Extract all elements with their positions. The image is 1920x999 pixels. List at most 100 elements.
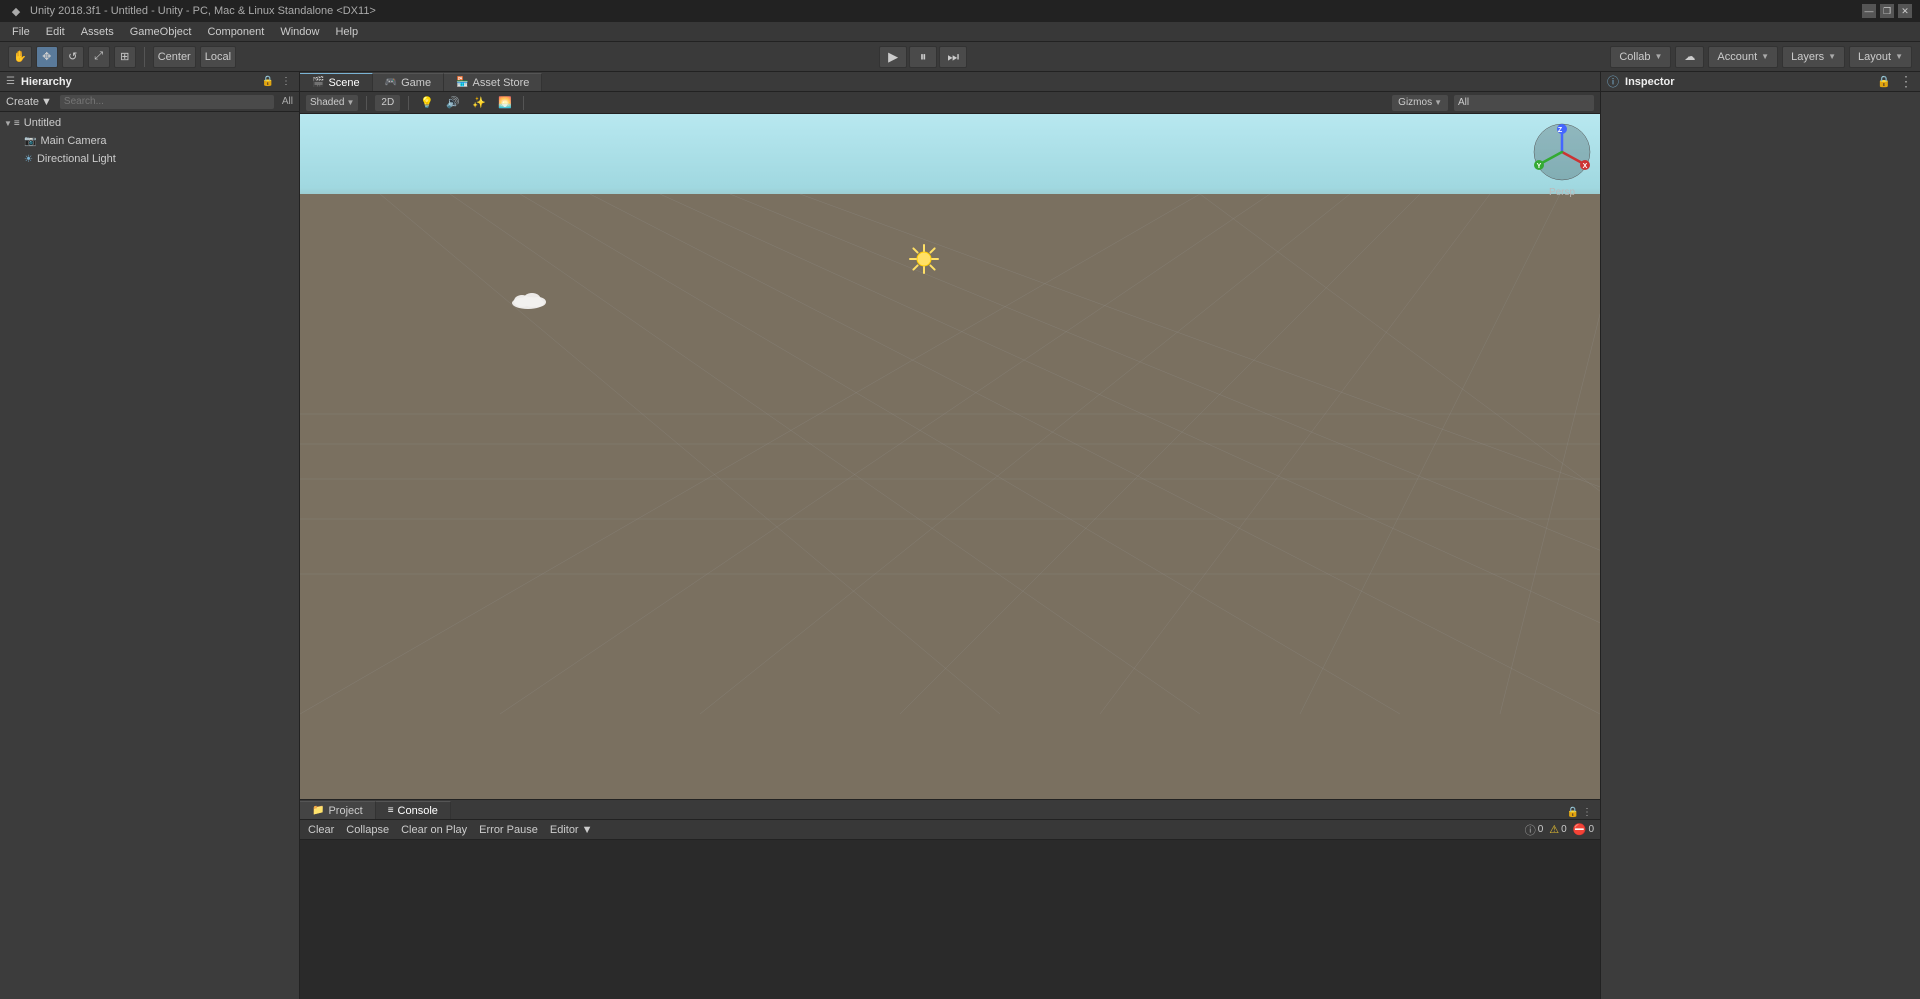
menu-assets[interactable]: Assets: [73, 22, 122, 42]
light-icon: ☀: [24, 154, 33, 165]
info-count: 0: [1538, 824, 1544, 835]
console-tab-icon: ≡: [388, 805, 394, 816]
error-icon: ⛔: [1573, 823, 1587, 836]
asset-store-tab-icon: 🏪: [456, 77, 468, 88]
hierarchy-create-btn[interactable]: Create ▼: [6, 96, 52, 108]
gizmos-filter-input[interactable]: [1454, 95, 1594, 111]
tool-rect[interactable]: ⊞: [114, 46, 136, 68]
step-button[interactable]: ⏭: [939, 46, 967, 68]
console-clear-on-play-btn[interactable]: Clear on Play: [399, 822, 469, 838]
tab-console[interactable]: ≡ Console: [376, 801, 451, 819]
scene-sep-1: [366, 96, 367, 110]
toolbar-right: Collab ▼ ☁ Account ▼ Layers ▼ Layout ▼: [1610, 46, 1912, 68]
local-button[interactable]: Local: [200, 46, 236, 68]
window-controls: — ❐ ✕: [1862, 4, 1912, 18]
layout-button[interactable]: Layout ▼: [1849, 46, 1912, 68]
collab-button[interactable]: Collab ▼: [1610, 46, 1671, 68]
cloud-button[interactable]: ☁: [1675, 46, 1704, 68]
console-info-badge[interactable]: ⓘ 0: [1525, 822, 1544, 838]
scene-light-btn[interactable]: 💡: [417, 95, 437, 111]
hierarchy-panel-header: ☰ Hierarchy 🔒 ⋮: [0, 72, 299, 92]
account-button[interactable]: Account ▼: [1708, 46, 1778, 68]
create-label: Create: [6, 96, 39, 108]
center-panel: 🎬 Scene 🎮 Game 🏪 Asset Store Shaded ▼ 2D…: [300, 72, 1600, 999]
scene-skybox-btn[interactable]: 🌅: [495, 95, 515, 111]
scene-2d-btn[interactable]: 2D: [375, 95, 400, 111]
shaded-dropdown-arrow: ▼: [346, 98, 354, 107]
scene-name: Untitled: [24, 117, 61, 129]
tab-scene[interactable]: 🎬 Scene: [300, 73, 373, 91]
scene-viewport[interactable]: .grid-line { stroke: #999; stroke-width:…: [300, 114, 1600, 799]
minimize-button[interactable]: —: [1862, 4, 1876, 18]
tool-scale[interactable]: ⤢: [88, 46, 110, 68]
console-content: [300, 840, 1600, 999]
hierarchy-lock-btn[interactable]: 🔒: [261, 75, 275, 89]
editor-label: Editor: [550, 824, 579, 836]
inspector-content: [1601, 92, 1920, 999]
hierarchy-content: ▼ ≡ Untitled 📷 Main Camera ☀ Directional…: [0, 112, 299, 999]
svg-text:X: X: [1583, 163, 1588, 170]
hierarchy-search-input[interactable]: [60, 95, 274, 109]
asset-store-tab-label: Asset Store: [473, 77, 530, 89]
menu-edit[interactable]: Edit: [38, 22, 73, 42]
play-button[interactable]: ▶: [879, 46, 907, 68]
hierarchy-toolbar: Create ▼ All: [0, 92, 299, 112]
hierarchy-all-filter[interactable]: All: [282, 96, 293, 107]
error-count: 0: [1588, 824, 1594, 835]
console-collapse-btn[interactable]: Collapse: [344, 822, 391, 838]
hierarchy-menu-btn[interactable]: ⋮: [279, 75, 293, 89]
scene-audio-btn[interactable]: 🔊: [443, 95, 463, 111]
menu-bar: File Edit Assets GameObject Component Wi…: [0, 22, 1920, 42]
menu-gameobject[interactable]: GameObject: [122, 22, 200, 42]
menu-window[interactable]: Window: [272, 22, 327, 42]
shaded-select[interactable]: Shaded ▼: [306, 95, 358, 111]
console-warn-badge[interactable]: ⚠ 0: [1549, 823, 1566, 836]
unity-icon: ◆: [8, 3, 24, 19]
console-error-pause-btn[interactable]: Error Pause: [477, 822, 540, 838]
layers-button[interactable]: Layers ▼: [1782, 46, 1845, 68]
hierarchy-scene-item[interactable]: ▼ ≡ Untitled: [0, 114, 299, 132]
console-editor-btn[interactable]: Editor ▼: [548, 822, 595, 838]
tab-project[interactable]: 📁 Project: [300, 801, 376, 819]
scene-fx-btn[interactable]: ✨: [469, 95, 489, 111]
center-button[interactable]: Center: [153, 46, 196, 68]
console-toolbar: Clear Collapse Clear on Play Error Pause…: [300, 820, 1600, 840]
restore-button[interactable]: ❐: [1880, 4, 1894, 18]
layers-dropdown-arrow: ▼: [1828, 52, 1836, 61]
inspector-icon: ⓘ: [1607, 73, 1619, 90]
persp-label[interactable]: Persp: [1532, 187, 1592, 198]
hierarchy-item-camera[interactable]: 📷 Main Camera: [0, 132, 299, 150]
console-error-badge[interactable]: ⛔ 0: [1573, 823, 1594, 836]
gizmos-label: Gizmos: [1398, 97, 1432, 108]
tab-game[interactable]: 🎮 Game: [373, 73, 444, 91]
inspector-title: Inspector: [1625, 76, 1675, 88]
bottom-lock-btn[interactable]: 🔒: [1566, 805, 1580, 819]
scene-tab-label: Scene: [328, 77, 359, 89]
gizmos-btn[interactable]: Gizmos ▼: [1392, 95, 1448, 111]
console-clear-btn[interactable]: Clear: [306, 822, 336, 838]
gizmos-dropdown-arrow: ▼: [1434, 98, 1442, 107]
inspector-menu-btn[interactable]: ⋮: [1898, 74, 1914, 90]
tool-hand[interactable]: ✋: [8, 46, 32, 68]
bottom-panel: 📁 Project ≡ Console 🔒 ⋮ Clear Colla: [300, 799, 1600, 999]
inspector-lock-btn[interactable]: 🔒: [1876, 74, 1892, 90]
right-area: ⓘ Inspector 🔒 ⋮: [1600, 72, 1920, 999]
menu-file[interactable]: File: [4, 22, 38, 42]
gizmo-container[interactable]: Z X Y Persp: [1532, 122, 1592, 192]
tab-asset-store[interactable]: 🏪 Asset Store: [444, 73, 542, 91]
scene-icon: ≡: [14, 118, 20, 129]
hierarchy-item-light[interactable]: ☀ Directional Light: [0, 150, 299, 168]
scene-sep-2: [408, 96, 409, 110]
cloud-icon: [510, 289, 546, 314]
game-tab-icon: 🎮: [385, 77, 397, 88]
sun-icon: [909, 244, 939, 281]
scene-tab-icon: 🎬: [312, 77, 324, 88]
close-button[interactable]: ✕: [1898, 4, 1912, 18]
tool-rotate[interactable]: ↺: [62, 46, 84, 68]
pause-button[interactable]: ⏸: [909, 46, 937, 68]
bottom-menu-btn[interactable]: ⋮: [1580, 805, 1594, 819]
layout-dropdown-arrow: ▼: [1895, 52, 1903, 61]
menu-help[interactable]: Help: [327, 22, 366, 42]
tool-move[interactable]: ✥: [36, 46, 58, 68]
menu-component[interactable]: Component: [199, 22, 272, 42]
